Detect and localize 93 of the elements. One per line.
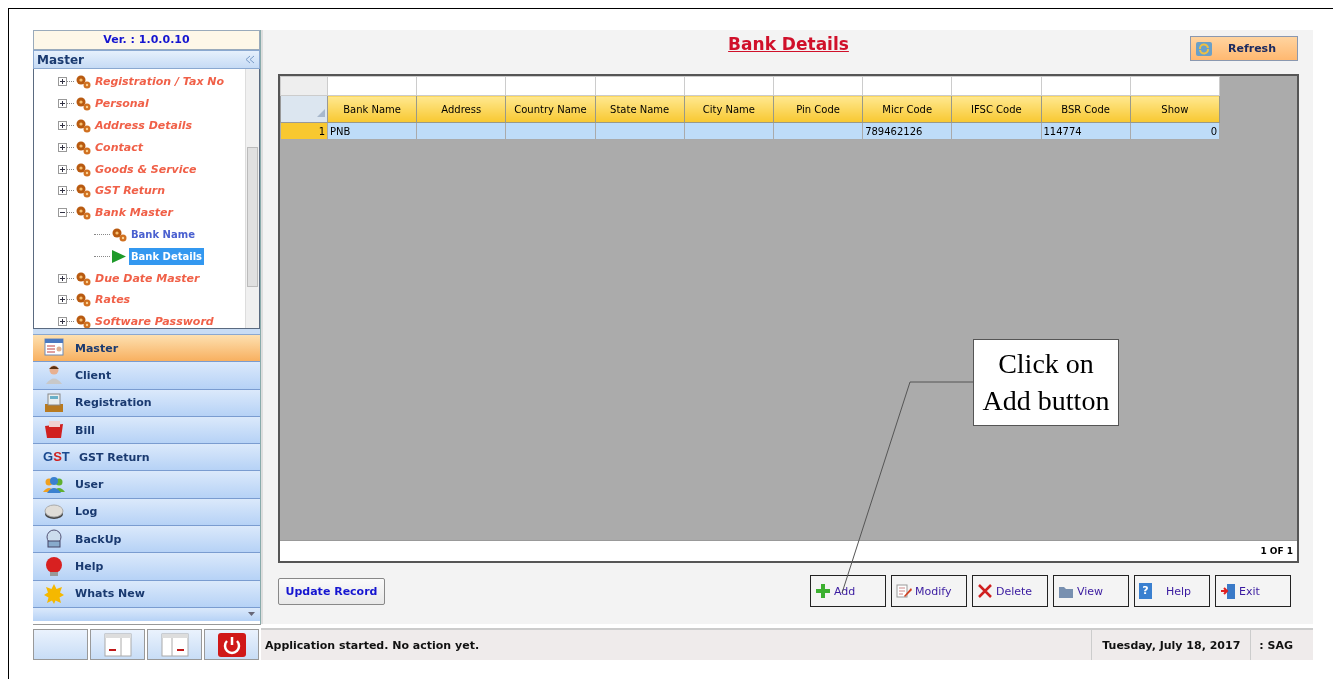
play-arrow-icon [111, 248, 127, 264]
nav-button[interactable]: BackUp [33, 526, 260, 554]
action-button[interactable]: Add [810, 575, 886, 607]
help-icon: ? [1139, 583, 1152, 599]
cash-register-icon [43, 391, 65, 414]
nav-button[interactable]: Client [33, 362, 260, 390]
status-message: Application started. No action yet. [264, 638, 481, 652]
tree-item[interactable]: Bank Name [129, 225, 197, 243]
filter-field[interactable] [1041, 76, 1131, 96]
callout-box: Click on Add button [973, 339, 1119, 426]
refresh-icon [1196, 41, 1212, 56]
caret-icon [248, 612, 255, 617]
plus-icon [815, 582, 832, 600]
nav-button[interactable]: User [33, 471, 260, 499]
gears-icon [75, 74, 91, 90]
toolbar-button[interactable] [33, 629, 88, 660]
filter-field[interactable] [862, 76, 952, 96]
expand-box-icon[interactable] [58, 121, 67, 130]
filter-field[interactable] [1130, 76, 1220, 96]
window-minus-icon [160, 632, 189, 657]
collapse-box-icon[interactable] [58, 208, 67, 218]
nav-button[interactable]: Help [33, 553, 260, 581]
splitter-handle[interactable] [33, 329, 260, 335]
action-button[interactable]: ? Help [1134, 575, 1210, 607]
person-icon [43, 364, 65, 387]
column-header[interactable]: Micr Code [862, 95, 952, 123]
expand-box-icon[interactable] [58, 142, 67, 152]
status-user: : SAG [1250, 630, 1313, 660]
nav-button[interactable]: Log [33, 498, 260, 527]
status-date: Tuesday, July 18, 2017 [1091, 630, 1251, 660]
page-title: Bank Details [728, 34, 849, 54]
column-header[interactable]: Pin Code [773, 95, 863, 123]
toolbar-button[interactable] [90, 629, 145, 660]
column-header[interactable]: IFSC Code [951, 95, 1041, 123]
starburst-icon [43, 582, 65, 605]
pencil-note-icon [896, 582, 913, 600]
toolbar-button[interactable] [147, 629, 202, 660]
toolbar-button[interactable] [204, 629, 259, 660]
chevron-icon [245, 55, 255, 64]
filter-field[interactable] [684, 76, 774, 96]
scrollbar[interactable] [245, 69, 259, 328]
action-button[interactable]: Exit [1215, 575, 1291, 607]
filter-field[interactable] [327, 76, 417, 96]
action-button[interactable]: Delete [972, 575, 1048, 607]
expand-box-icon[interactable] [58, 99, 67, 109]
nav-button[interactable]: Bill [33, 416, 260, 445]
gears-icon [75, 139, 91, 155]
gears-icon [75, 205, 91, 221]
column-header[interactable]: Address [416, 95, 506, 123]
filter-field[interactable] [773, 76, 863, 96]
page-counter: 1 OF 1 [1260, 546, 1293, 556]
window-minus-icon [103, 632, 132, 657]
nav-button[interactable]: GST GST Return [33, 444, 260, 472]
gears-icon [75, 118, 91, 133]
nav-button[interactable]: Master [33, 335, 260, 363]
column-header[interactable]: City Name [684, 95, 774, 123]
gears-icon [75, 314, 91, 328]
filter-field[interactable] [595, 76, 685, 96]
nav-button[interactable]: Registration [33, 389, 260, 417]
expand-box-icon[interactable] [58, 77, 67, 87]
round-button-icon [43, 555, 65, 578]
expand-box-icon[interactable] [58, 164, 67, 174]
gears-icon [75, 183, 91, 199]
filter-field[interactable] [416, 76, 506, 96]
filter-field[interactable] [951, 76, 1041, 96]
column-header[interactable]: State Name [595, 95, 685, 123]
select-all-corner[interactable] [280, 95, 328, 123]
gears-icon [75, 270, 91, 286]
x-mark-icon [977, 582, 994, 600]
gears-icon [75, 161, 91, 177]
expand-box-icon[interactable] [58, 273, 67, 283]
panel-title: Master [37, 52, 84, 67]
expand-box-icon[interactable] [58, 295, 67, 305]
gears-icon [75, 96, 91, 112]
gears-icon [111, 226, 127, 242]
gears-icon [75, 292, 91, 308]
refresh-button[interactable]: Refresh [1190, 36, 1298, 61]
expand-box-icon[interactable] [58, 317, 67, 327]
action-button[interactable]: Modify [891, 575, 967, 607]
column-header[interactable]: Bank Name [327, 95, 417, 123]
column-header[interactable]: BSR Code [1041, 95, 1131, 123]
version-label: Ver. : 1.0.0.10 [33, 30, 260, 50]
update-record-button[interactable]: Update Record [278, 577, 385, 605]
power-icon [217, 632, 246, 657]
column-header[interactable]: Show [1130, 95, 1220, 123]
expand-box-icon[interactable] [58, 186, 67, 196]
nav-button[interactable]: Whats New [33, 580, 260, 608]
column-header[interactable]: Country Name [505, 95, 596, 123]
gst-logo: GST [43, 449, 69, 466]
corner-triangle-icon [317, 109, 325, 117]
filter-field[interactable] [505, 76, 596, 96]
action-button[interactable]: View [1053, 575, 1129, 607]
exit-door-icon [1220, 582, 1237, 600]
